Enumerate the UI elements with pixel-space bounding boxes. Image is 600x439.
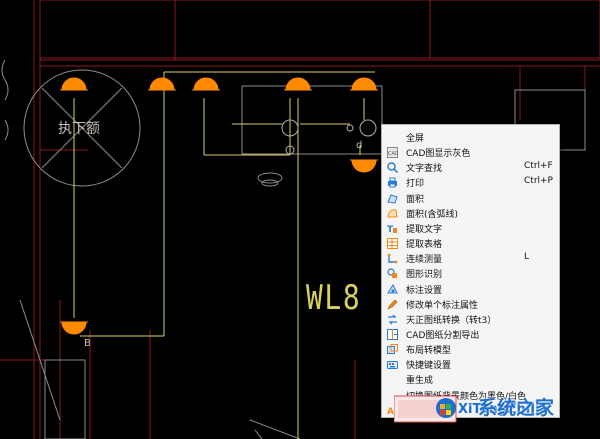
menu-item-label: 连续测量 [406,255,443,266]
menu-item[interactable]: 提取表格 [382,236,559,251]
menu-item[interactable]: T 提取文字 [382,221,559,236]
continuous-measure-icon [387,253,398,264]
text-search-icon [387,162,399,174]
area-icon [387,193,398,204]
menu-item-label: 标注设置 [406,285,443,296]
menu-item[interactable]: CAD图纸分割导出 [382,327,559,342]
menu-item[interactable]: 快捷键设置 [382,357,559,372]
extract-table-icon [387,238,398,250]
menu-item[interactable]: CAD CAD图显示灰色 [382,145,559,160]
shape-recognition-icon [387,268,398,279]
menu-item[interactable]: 标注设置 [382,282,559,297]
room-label: 执下额 [58,121,100,137]
menu-item-label: 面积(含弧线) [406,209,459,220]
menu-item-shortcut: L [524,252,530,263]
menu-item-label: 布局转模型 [406,346,452,357]
context-menu: 全屏 CAD CAD图显示灰色 文字查找 Ctrl+F 打印 Ctrl+P 面积面积(含弧线)… [381,124,560,418]
menu-item-label: 重生成 [406,376,434,387]
svg-text:A: A [387,407,394,416]
menu-item-label: 天正图纸转换（转t3） [406,315,497,326]
menu-item[interactable]: 重生成 [382,372,559,387]
area-arc-icon [387,208,398,219]
menu-item[interactable]: 面积 [382,191,559,206]
menu-item-label: 快捷键设置 [406,361,452,372]
menu-item-shortcut: Ctrl+F [524,161,553,172]
annotation-settings-icon [387,283,398,295]
menu-item-label: 打印 [406,179,425,190]
svg-text:T: T [387,225,394,234]
menu-item-label: CAD图纸分割导出 [406,330,480,341]
menu-item[interactable]: 修改单个标注属性 [382,297,559,312]
menu-item[interactable]: 全屏 [382,130,559,145]
split-export-icon [387,328,398,340]
extract-text-icon: T [387,223,398,235]
menu-item-label: 全屏 [406,134,425,144]
none-icon [387,132,398,143]
menu-item-label: 图形识别 [406,270,443,281]
cad-gray-icon: CAD [387,147,399,159]
menu-item-label: 文字查找 [406,164,443,175]
shortcut-settings-icon [387,359,398,370]
menu-item-label: 提取文字 [406,224,443,235]
edit-annotation-icon [387,299,398,310]
menu-item[interactable]: 图形识别 [382,266,559,281]
menu-item[interactable]: 连续测量 L [382,251,559,266]
menu-item[interactable]: 面积(含弧线) [382,206,559,221]
menu-item[interactable]: 打印 Ctrl+P [382,175,559,190]
menu-item[interactable]: 文字查找 Ctrl+F [382,160,559,175]
menu-item-label: 修改单个标注属性 [406,300,479,311]
menu-item[interactable]: 布局转模型 [382,342,559,357]
tangent-convert-icon [387,314,398,325]
menu-item-label: 面积 [406,194,425,205]
layout-to-model-icon [387,344,398,355]
fixture-label-b: B [84,338,91,349]
fixture-label-d: d [356,140,363,151]
svg-text:CAD: CAD [388,151,398,157]
menu-item-shortcut: Ctrl+P [524,176,553,187]
print-icon [387,177,398,188]
wire-label: WL8 [306,278,362,318]
menu-item[interactable]: 天正图纸转换（转t3） [382,312,559,327]
menu-item-label: CAD图显示灰色 [406,149,471,160]
none-icon [387,374,398,385]
watermark-text: 系统之家 [478,397,555,419]
menu-item-label: 提取表格 [406,240,443,251]
